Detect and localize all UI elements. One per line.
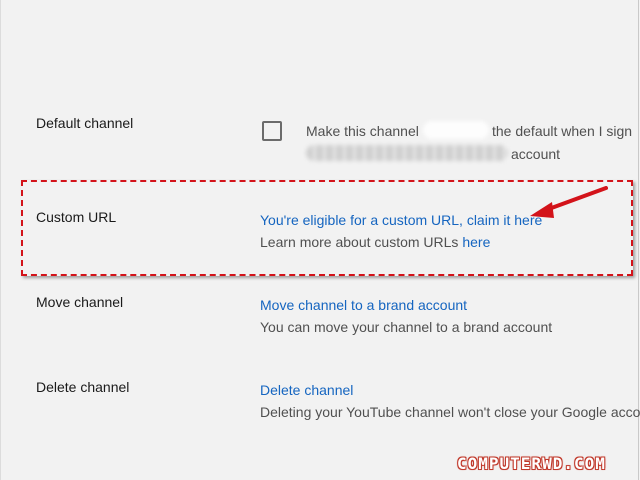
delete-channel-description: Deleting your YouTube channel won't clos… xyxy=(260,404,640,420)
default-channel-label: Default channel xyxy=(36,115,134,131)
settings-panel: Default channel Make this channel the de… xyxy=(0,0,640,480)
move-channel-label: Move channel xyxy=(36,294,124,310)
watermark: COMPUTERWD.COM xyxy=(457,454,606,473)
default-channel-checkbox[interactable] xyxy=(262,121,282,141)
move-channel-link[interactable]: Move channel to a brand account xyxy=(260,297,467,313)
default-channel-account-suffix: account xyxy=(511,146,561,162)
red-arrow-icon xyxy=(530,186,608,218)
default-channel-text-after: the default when I sign xyxy=(492,123,633,139)
redacted-channel-name xyxy=(423,121,489,139)
redacted-email xyxy=(306,145,508,161)
delete-channel-link[interactable]: Delete channel xyxy=(260,382,353,398)
delete-channel-label: Delete channel xyxy=(36,379,130,395)
move-channel-description: You can move your channel to a brand acc… xyxy=(260,319,553,335)
default-channel-text-before: Make this channel xyxy=(306,123,419,139)
